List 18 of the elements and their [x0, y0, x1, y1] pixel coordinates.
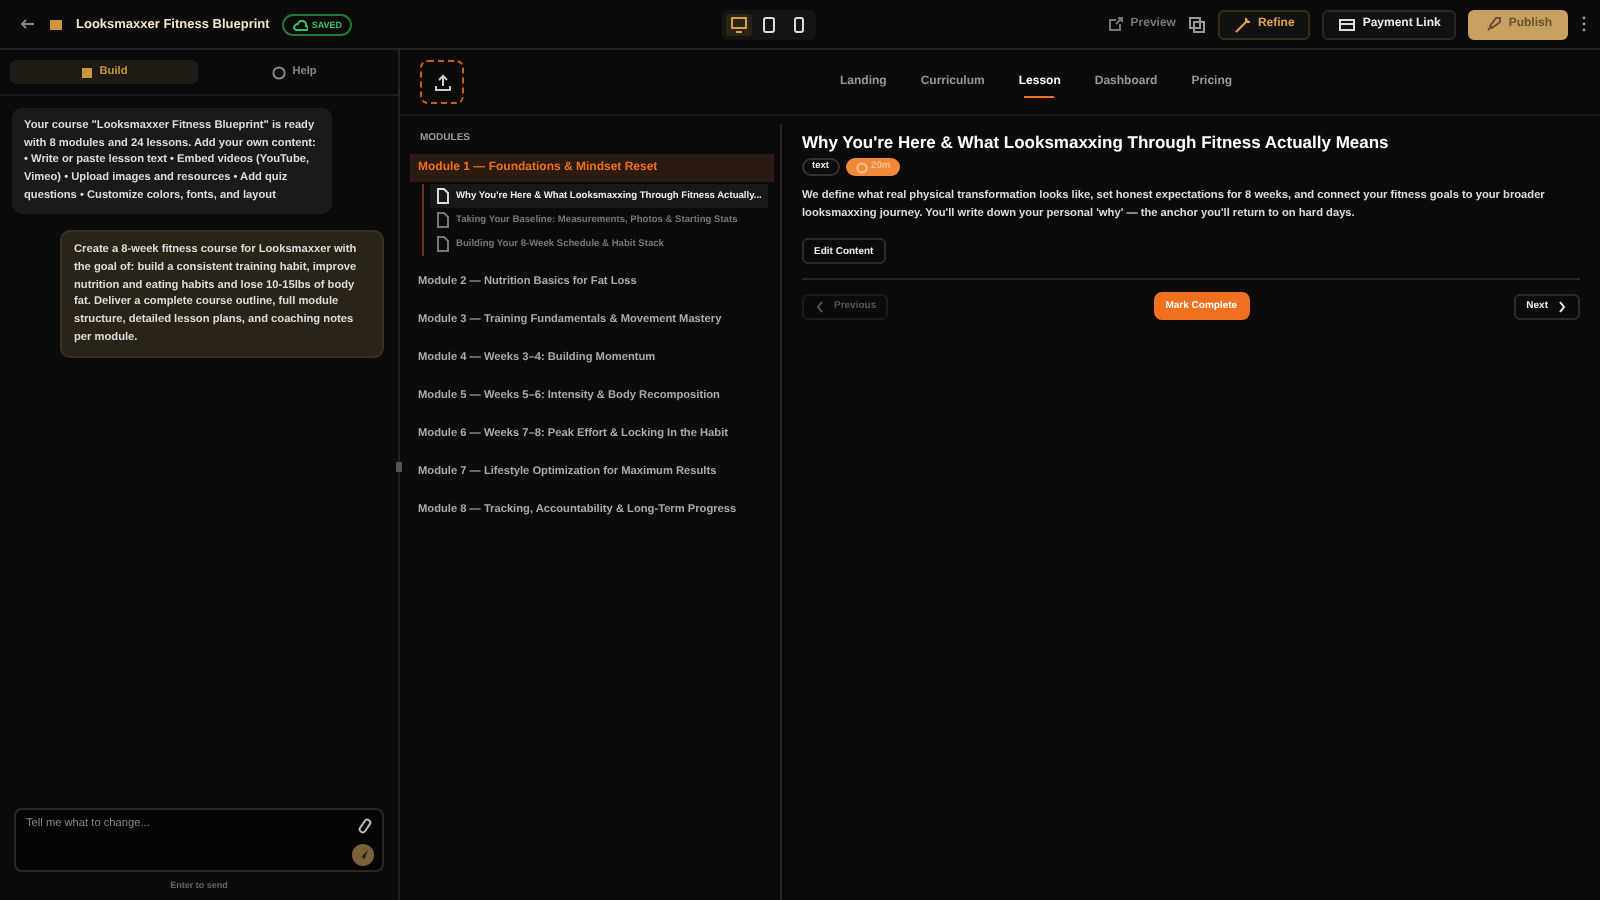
external-link-icon — [1108, 16, 1125, 32]
card-icon — [1338, 15, 1357, 33]
chevron-right-icon — [1556, 299, 1568, 314]
clock-icon — [855, 161, 868, 173]
more-options-icon[interactable] — [1580, 16, 1588, 32]
paperclip-icon[interactable] — [358, 818, 372, 835]
upload-button[interactable] — [420, 60, 464, 104]
upload-icon — [433, 73, 451, 91]
copy-icon[interactable] — [1187, 15, 1206, 33]
resize-handle[interactable] — [396, 462, 402, 472]
help-icon — [272, 65, 287, 79]
wand-icon — [1233, 15, 1252, 33]
cloud-icon — [291, 17, 308, 31]
send-icon — [356, 848, 370, 863]
back-arrow-icon[interactable] — [20, 16, 36, 32]
chevron-left-icon — [814, 299, 826, 314]
desktop-view-icon[interactable] — [726, 13, 753, 35]
lesson-title: Why You're Here & What Looksmaxxing Through Fitness Actually Means — [802, 132, 1391, 152]
